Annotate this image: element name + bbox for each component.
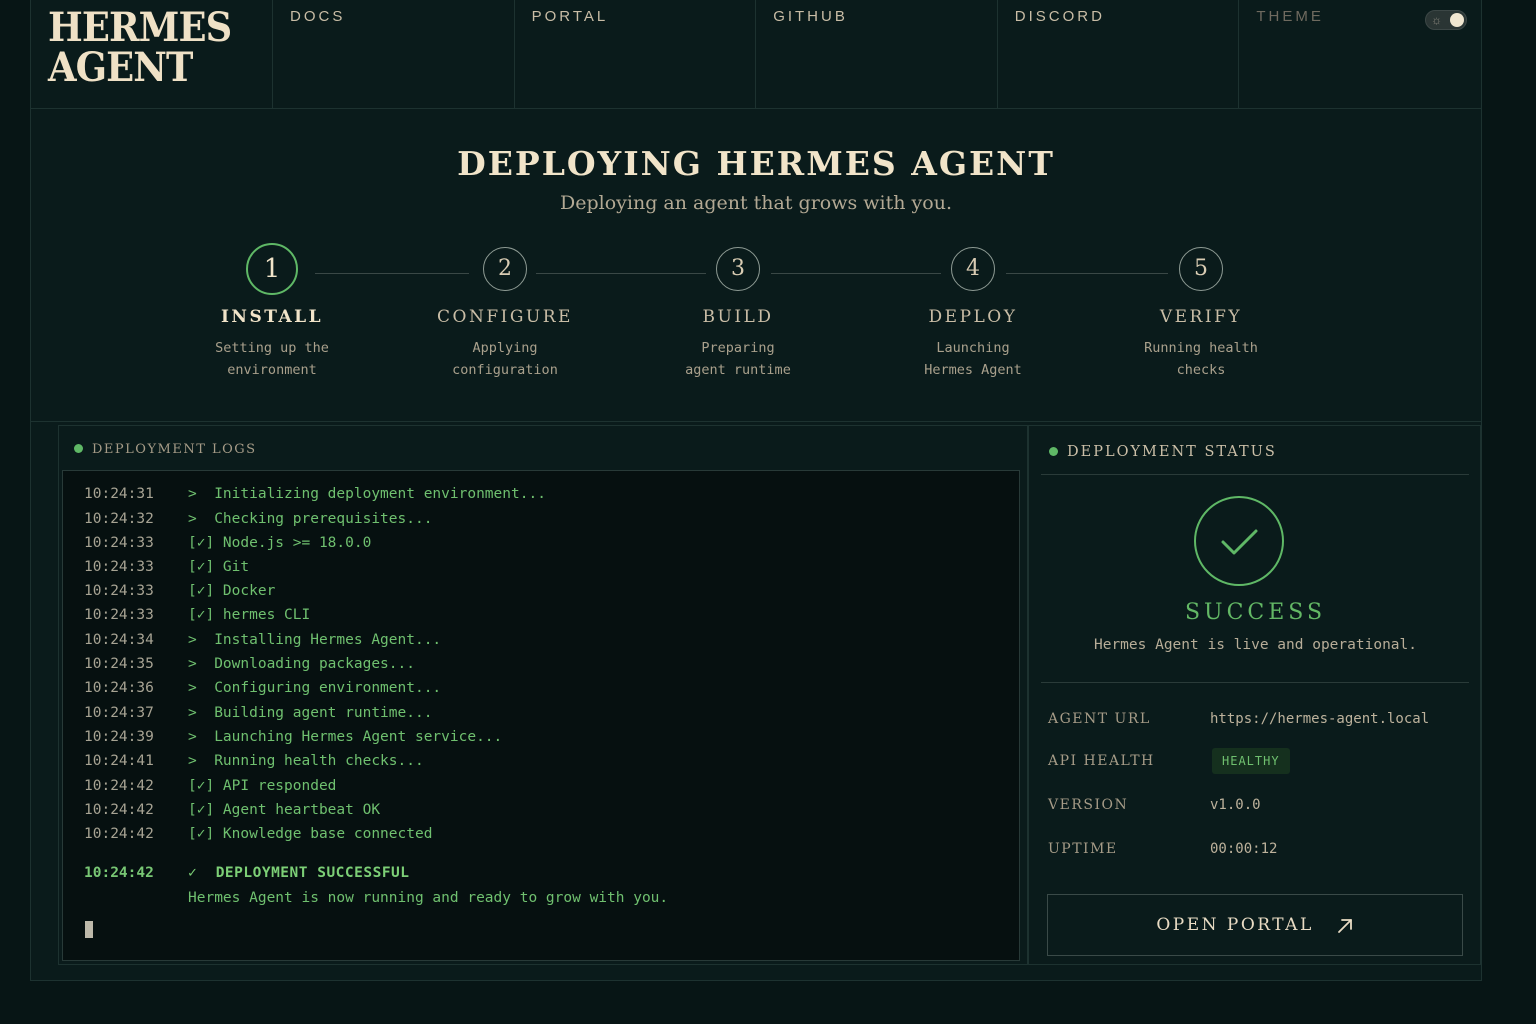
agent-url-link[interactable]: https://hermes-agent.local	[1210, 711, 1429, 727]
status-message: Hermes Agent is live and operational.	[1093, 637, 1417, 653]
log-line-success: 10:24:42 ✓ DEPLOYMENT SUCCESSFUL	[84, 865, 410, 881]
log-line: 10:24:32 > Checking prerequisites...	[84, 511, 433, 527]
logs-title: DEPLOYMENT LOGS	[92, 442, 257, 457]
step-number: 4	[951, 247, 995, 291]
brand-line-2: AGENT	[48, 44, 193, 91]
step-number: 3	[716, 247, 760, 291]
nav-discord[interactable]: DISCORD	[998, 0, 1240, 109]
log-line: 10:24:39 > Launching Hermes Agent service…	[84, 729, 503, 745]
terminal-cursor	[85, 921, 93, 938]
log-line: 10:24:42 [✓] Knowledge base connected	[84, 826, 433, 842]
check-icon	[1221, 529, 1258, 555]
step-desc: Running health checks	[1144, 340, 1258, 378]
log-line: 10:24:33 [✓] Node.js >= 18.0.0	[84, 535, 372, 551]
step-configure[interactable]: 2 CONFIGURE Applying configuration	[405, 247, 605, 381]
deploy-hero: DEPLOYING HERMES AGENT Deploying an agen…	[31, 110, 1481, 422]
open-portal-button[interactable]: OPEN PORTAL	[1047, 894, 1463, 956]
nav-github[interactable]: GITHUB	[756, 0, 998, 109]
success-check	[1194, 496, 1284, 586]
step-number: 5	[1179, 247, 1223, 291]
log-line: 10:24:42 [✓] Agent heartbeat OK	[84, 802, 381, 818]
uptime-value: 00:00:12	[1210, 841, 1278, 857]
brand-line-1: HERMES	[48, 4, 232, 51]
agent-url-label: AGENT URL	[1048, 711, 1151, 727]
step-deploy[interactable]: 4 DEPLOY Launching Hermes Agent	[873, 247, 1073, 381]
log-line: 10:24:37 > Building agent runtime...	[84, 705, 433, 721]
step-install[interactable]: 1 INSTALL Setting up the environment	[172, 243, 372, 381]
status-state: SUCCESS	[1184, 600, 1327, 625]
log-line: 10:24:31 > Initializing deployment enviro…	[84, 486, 546, 502]
version-label: VERSION	[1048, 797, 1129, 813]
log-terminal[interactable]: 10:24:31 > Initializing deployment enviro…	[62, 470, 1020, 961]
deployment-logs-panel: DEPLOYMENT LOGS 10:24:31 > Initializing d…	[58, 425, 1028, 965]
status-header: DEPLOYMENT STATUS	[1049, 444, 1277, 460]
log-line: 10:24:34 > Installing Hermes Agent...	[84, 632, 442, 648]
open-portal-label: OPEN PORTAL	[1156, 915, 1314, 935]
step-desc: Setting up the environment	[215, 340, 329, 378]
step-label: INSTALL	[220, 307, 324, 327]
app-frame: HERMES AGENT DOCS PORTAL GITHUB DISCORD …	[30, 0, 1482, 981]
log-line: 10:24:42 [✓] API responded	[84, 778, 337, 794]
divider	[1041, 474, 1469, 475]
step-label: VERIFY	[1159, 307, 1243, 327]
log-tail-message: Hermes Agent is now running and ready to…	[188, 890, 669, 906]
uptime-label: UPTIME	[1048, 841, 1118, 857]
page-subtitle: Deploying an agent that grows with you.	[560, 192, 952, 214]
theme-label: THEME	[1256, 8, 1324, 25]
divider	[1041, 682, 1469, 683]
status-dot	[74, 444, 83, 453]
step-desc: Preparing agent runtime	[685, 340, 791, 378]
toggle-knob	[1449, 13, 1464, 27]
log-line: 10:24:41 > Running health checks...	[84, 753, 424, 769]
logs-header: DEPLOYMENT LOGS	[74, 442, 257, 457]
deployment-status-panel: DEPLOYMENT STATUS SUCCESS Hermes Agent i…	[1028, 425, 1481, 965]
sun-icon: ☼	[1430, 13, 1445, 27]
step-label: DEPLOY	[928, 307, 1018, 327]
status-title: DEPLOYMENT STATUS	[1067, 444, 1277, 460]
log-line: 10:24:33 [✓] hermes CLI	[84, 607, 311, 623]
log-line: 10:24:33 [✓] Git	[84, 559, 250, 575]
nav-docs[interactable]: DOCS	[273, 0, 515, 109]
page-title: DEPLOYING HERMES AGENT	[457, 144, 1055, 183]
step-desc: Applying configuration	[452, 340, 558, 378]
version-value: v1.0.0	[1210, 797, 1261, 813]
step-label: BUILD	[702, 307, 774, 327]
step-desc: Launching Hermes Agent	[924, 340, 1022, 378]
step-number: 2	[483, 247, 527, 291]
brand-logo[interactable]: HERMES AGENT	[31, 0, 273, 109]
step-label: CONFIGURE	[437, 307, 573, 327]
status-dot	[1049, 446, 1058, 456]
top-nav: HERMES AGENT DOCS PORTAL GITHUB DISCORD …	[31, 0, 1481, 109]
log-line: 10:24:33 [✓] Docker	[84, 583, 276, 599]
arrow-up-right-icon	[1337, 918, 1352, 933]
step-build[interactable]: 3 BUILD Preparing agent runtime	[638, 247, 838, 381]
nav-theme: THEME ☼	[1239, 0, 1481, 109]
log-line: 10:24:36 > Configuring environment...	[84, 680, 442, 696]
step-number: 1	[246, 243, 298, 295]
step-verify[interactable]: 5 VERIFY Running health checks	[1101, 247, 1301, 381]
theme-toggle[interactable]: ☼	[1424, 10, 1467, 30]
log-line: 10:24:35 > Downloading packages...	[84, 656, 415, 672]
api-health-badge: HEALTHY	[1212, 748, 1290, 774]
nav-portal[interactable]: PORTAL	[515, 0, 757, 109]
api-health-label: API HEALTH	[1048, 753, 1155, 769]
